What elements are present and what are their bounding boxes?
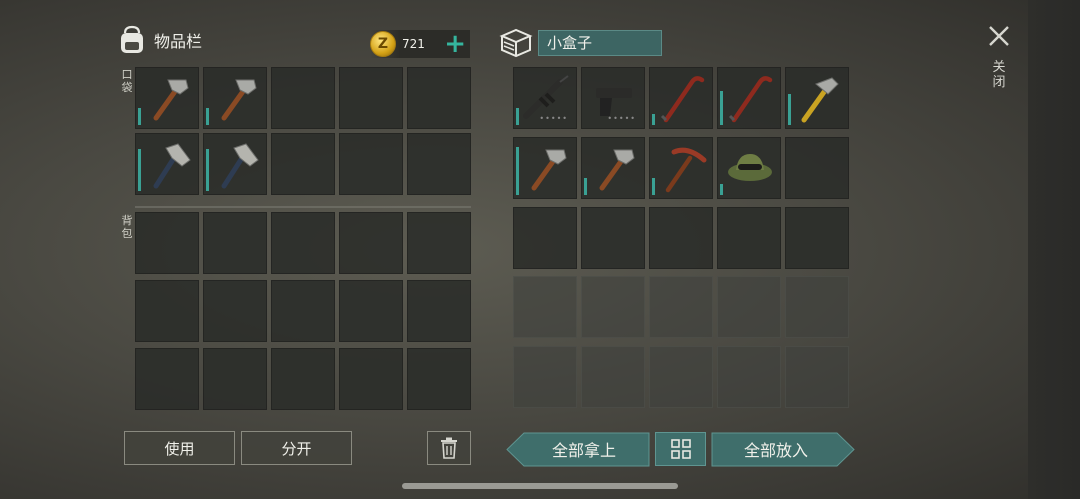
backpack-slot[interactable] <box>271 212 335 274</box>
box-name: 小盒子 <box>538 30 662 56</box>
durability-bar <box>138 149 141 191</box>
box-slot[interactable] <box>717 346 781 409</box>
backpack-slot[interactable] <box>203 348 267 410</box>
box-header: 小盒子 <box>498 26 662 60</box>
split-button[interactable]: 分开 <box>241 431 352 465</box>
trash-button[interactable] <box>427 431 471 465</box>
close-icon <box>989 26 1009 46</box>
pocket-slot[interactable] <box>271 67 335 129</box>
durability-bar <box>720 91 723 125</box>
box-slot[interactable] <box>513 346 577 409</box>
coin-icon: Z <box>370 31 396 57</box>
pocket-slot[interactable] <box>339 133 403 195</box>
pocket-label: 口袋 <box>121 68 133 94</box>
box-slot[interactable] <box>717 67 781 129</box>
home-indicator <box>402 483 678 489</box>
pocket-slot[interactable] <box>407 133 471 195</box>
backpack-grid <box>135 212 471 412</box>
pocket-slot[interactable] <box>135 133 199 195</box>
box-slot[interactable] <box>581 206 645 269</box>
backpack-slot[interactable] <box>203 212 267 274</box>
durability-bar <box>652 114 655 125</box>
box-slot[interactable] <box>649 136 713 199</box>
backpack-slot[interactable] <box>407 280 471 342</box>
backpack-slot[interactable] <box>339 348 403 410</box>
backpack-slot[interactable] <box>407 348 471 410</box>
backpack-icon <box>121 25 143 53</box>
durability-bar <box>516 108 519 125</box>
durability-bar <box>584 177 587 195</box>
put-all-button[interactable]: 全部放入 <box>711 432 841 466</box>
durability-bar <box>206 149 209 191</box>
close-label: 关闭 <box>992 60 1006 90</box>
ammo-indicator: ••••• <box>539 114 568 123</box>
box-slot[interactable] <box>649 276 713 339</box>
pocket-slot[interactable] <box>203 67 267 129</box>
box-slot[interactable] <box>785 67 849 129</box>
durability-bar <box>138 108 141 125</box>
box-slot[interactable] <box>785 206 849 269</box>
box-slot[interactable] <box>581 276 645 339</box>
durability-bar <box>206 108 209 125</box>
durability-bar <box>516 146 519 195</box>
coin-counter: Z 721 + <box>370 30 470 58</box>
pocket-slot[interactable] <box>271 133 335 195</box>
box-grid: ••••• ••••• <box>513 67 849 412</box>
box-slot[interactable] <box>785 136 849 199</box>
durability-bar <box>720 183 723 195</box>
box-slot[interactable] <box>717 136 781 199</box>
box-slot[interactable] <box>649 346 713 409</box>
durability-bar <box>652 177 655 195</box>
pocket-slot[interactable] <box>203 133 267 195</box>
box-slot[interactable] <box>513 276 577 339</box>
box-slot[interactable] <box>717 276 781 339</box>
inventory-title: 物品栏 <box>154 32 203 51</box>
backpack-slot[interactable] <box>135 348 199 410</box>
section-divider <box>135 206 471 208</box>
box-slot[interactable] <box>649 206 713 269</box>
box-slot[interactable] <box>785 346 849 409</box>
close-button[interactable]: 关闭 <box>984 24 1014 90</box>
grid-icon <box>670 439 691 459</box>
pocket-slot[interactable] <box>135 67 199 129</box>
box-slot[interactable]: ••••• <box>513 67 577 129</box>
pocket-grid <box>135 67 471 195</box>
inventory-header: 物品栏 <box>116 24 202 56</box>
sort-button[interactable] <box>655 432 706 466</box>
pocket-slot[interactable] <box>339 67 403 129</box>
coin-count: 721 <box>402 37 425 51</box>
trash-icon <box>441 437 457 459</box>
ammo-indicator: ••••• <box>607 114 636 123</box>
right-side-strip <box>1028 0 1080 499</box>
backpack-label: 背包 <box>121 214 133 240</box>
box-slot[interactable] <box>513 206 577 269</box>
box-slot[interactable] <box>717 206 781 269</box>
backpack-slot[interactable] <box>203 280 267 342</box>
box-slot[interactable] <box>581 136 645 199</box>
box-slot[interactable] <box>785 276 849 339</box>
box-slot[interactable] <box>581 346 645 409</box>
backpack-slot[interactable] <box>271 348 335 410</box>
backpack-slot[interactable] <box>407 212 471 274</box>
box-icon <box>499 28 533 58</box>
backpack-slot[interactable] <box>339 212 403 274</box>
backpack-slot[interactable] <box>339 280 403 342</box>
take-all-button[interactable]: 全部拿上 <box>520 432 648 466</box>
pocket-slot[interactable] <box>407 67 471 129</box>
add-coins-button[interactable]: + <box>444 31 466 57</box>
backpack-slot[interactable] <box>271 280 335 342</box>
box-slot[interactable] <box>513 136 577 199</box>
use-button[interactable]: 使用 <box>124 431 235 465</box>
box-slot[interactable] <box>649 67 713 129</box>
durability-bar <box>788 94 791 125</box>
backpack-slot[interactable] <box>135 212 199 274</box>
box-slot[interactable]: ••••• <box>581 67 645 129</box>
backpack-slot[interactable] <box>135 280 199 342</box>
